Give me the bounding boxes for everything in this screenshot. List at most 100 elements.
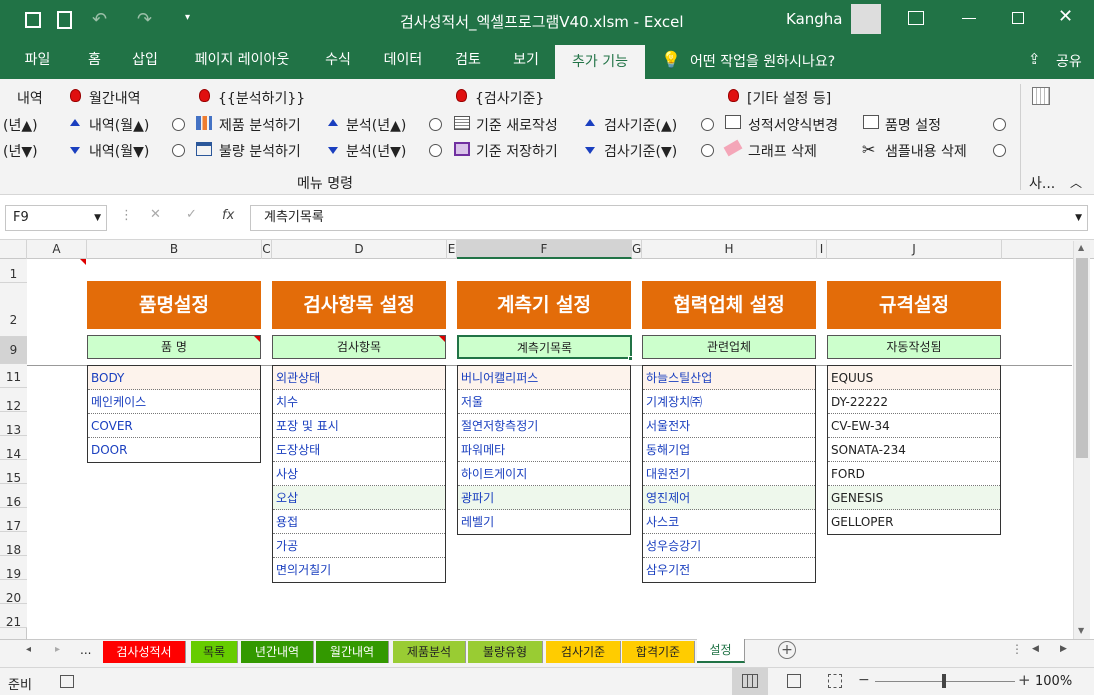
tab-home[interactable]: 홈 — [72, 42, 117, 79]
menu-defect-analysis[interactable]: 불량 분석하기 — [219, 141, 301, 161]
menu-delete-graph[interactable]: 그래프 삭제 — [748, 141, 817, 161]
row-header[interactable]: 17 — [0, 508, 27, 533]
radio-button[interactable] — [701, 144, 714, 157]
list-item[interactable]: 치수 — [273, 390, 445, 414]
list-item[interactable]: 포장 및 표시 — [273, 414, 445, 438]
column-header[interactable]: B — [87, 240, 262, 259]
row-header[interactable]: 2 — [0, 283, 27, 337]
subheader-items[interactable]: 품 명 — [87, 335, 261, 359]
add-sheet-icon[interactable]: + — [778, 641, 796, 659]
list-item[interactable]: COVER — [88, 414, 260, 438]
menu-other-label[interactable]: [기타 설정 등] — [747, 88, 831, 108]
sheet-more-icon[interactable]: ... — [80, 643, 91, 657]
column-header[interactable]: I — [817, 240, 827, 259]
subheader-inspection[interactable]: 검사항목 — [272, 335, 446, 359]
scroll-up-icon[interactable]: ▲ — [1078, 243, 1084, 252]
sheet-tab[interactable]: 불량유형 — [468, 641, 543, 663]
menu-analysis-label[interactable]: {{분석하기}} — [218, 88, 305, 108]
avatar[interactable] — [851, 4, 881, 34]
subheader-partners[interactable]: 관련업체 — [642, 335, 816, 359]
list-item[interactable]: 하늘스틸산업 — [643, 366, 815, 390]
row-header[interactable]: 9 — [0, 337, 27, 364]
row-header[interactable]: 14 — [0, 436, 27, 461]
menu-analysis-down[interactable]: 분석(년▼) — [346, 141, 406, 161]
subheader-gauges-selected[interactable]: 계측기목록 — [457, 335, 632, 359]
enter-icon[interactable]: ✓ — [186, 207, 197, 222]
select-all[interactable] — [0, 240, 27, 259]
menu-monthly-label[interactable]: 월간내역 — [89, 88, 141, 108]
user-name[interactable]: Kangha — [786, 10, 843, 28]
tab-addins[interactable]: 추가 기능 — [555, 45, 645, 79]
insert-function-icon[interactable]: fx — [222, 208, 234, 223]
row-header[interactable]: 13 — [0, 412, 27, 437]
ribbon-display-icon[interactable] — [908, 11, 924, 25]
column-header[interactable]: J — [827, 240, 1002, 259]
column-header[interactable]: C — [262, 240, 272, 259]
menu-standard-down[interactable]: 검사기준(▼) — [604, 141, 677, 161]
radio-button[interactable] — [172, 118, 185, 131]
name-box[interactable]: F9 ▼ — [5, 205, 107, 231]
minimize-icon[interactable] — [962, 18, 976, 19]
list-item[interactable]: 절연저항측정기 — [458, 414, 630, 438]
row-header[interactable]: 1 — [0, 259, 27, 283]
close-icon[interactable]: ✕ — [1058, 6, 1073, 27]
list-item[interactable]: 면의거칠기 — [273, 558, 445, 582]
tab-insert[interactable]: 삽입 — [120, 42, 170, 79]
list-item[interactable]: 영진제어 — [643, 486, 815, 510]
menu-yearly-up[interactable]: (년▲) — [3, 115, 38, 135]
customize-qat-icon[interactable]: ▾ — [185, 12, 190, 23]
row-header[interactable]: 15 — [0, 460, 27, 485]
collapse-ribbon-icon[interactable]: ︿ — [1070, 174, 1082, 191]
sheet-tab[interactable]: 합격기준 — [622, 641, 695, 663]
menu-standard-label[interactable]: {검사기준} — [475, 88, 544, 108]
list-item[interactable]: 버니어캘리퍼스 — [458, 366, 630, 390]
expand-icon[interactable]: ▼ — [1075, 206, 1082, 230]
tab-file[interactable]: 파일 — [10, 42, 65, 79]
page-break-view-icon[interactable] — [828, 674, 842, 688]
vertical-scrollbar[interactable]: ▲ ▼ — [1073, 241, 1090, 639]
undo-icon[interactable]: ↶ — [92, 9, 107, 30]
sheet-next-icon[interactable]: ▸ — [55, 644, 60, 655]
tab-review[interactable]: 검토 — [442, 42, 494, 79]
row-header[interactable]: 11 — [0, 364, 27, 388]
list-item[interactable]: 레벨기 — [458, 510, 630, 534]
sheet-tab[interactable]: 월간내역 — [316, 641, 389, 663]
list-item[interactable]: FORD — [828, 462, 1000, 486]
row-header[interactable]: 20 — [0, 580, 27, 605]
print-preview-icon[interactable] — [57, 11, 72, 29]
column-header[interactable]: A — [27, 240, 87, 259]
fill-handle[interactable] — [628, 356, 633, 361]
column-header[interactable]: H — [642, 240, 817, 259]
sheet-tab[interactable]: 목록 — [191, 641, 238, 663]
radio-button[interactable] — [993, 118, 1006, 131]
list-item[interactable]: 서울전자 — [643, 414, 815, 438]
column-header[interactable]: G — [632, 240, 642, 259]
list-item[interactable]: 대원전기 — [643, 462, 815, 486]
radio-button[interactable] — [172, 144, 185, 157]
list-item[interactable]: 사상 — [273, 462, 445, 486]
list-item[interactable]: 파워메타 — [458, 438, 630, 462]
list-item[interactable]: 사스코 — [643, 510, 815, 534]
redo-icon[interactable]: ↷ — [137, 9, 152, 30]
scroll-thumb[interactable] — [1076, 258, 1088, 458]
list-item[interactable]: 기계장치㈜ — [643, 390, 815, 414]
list-item[interactable]: GELLOPER — [828, 510, 1000, 534]
sheet-tab[interactable]: 제품분석 — [393, 641, 466, 663]
hscroll-left-icon[interactable]: ◀ — [1032, 644, 1039, 654]
radio-button[interactable] — [429, 118, 442, 131]
row-header[interactable]: 18 — [0, 532, 27, 557]
formula-input[interactable]: 계측기목록 ▼ — [250, 205, 1088, 231]
chevron-down-icon[interactable]: ▼ — [94, 206, 101, 230]
maximize-icon[interactable] — [1012, 12, 1024, 24]
list-item[interactable]: 용접 — [273, 510, 445, 534]
list-item[interactable]: 광파기 — [458, 486, 630, 510]
macro-record-icon[interactable] — [60, 675, 74, 688]
radio-button[interactable] — [429, 144, 442, 157]
tell-me-input[interactable]: 어떤 작업을 원하시나요? — [690, 51, 835, 71]
radio-button[interactable] — [701, 118, 714, 131]
row-header[interactable]: 21 — [0, 604, 27, 629]
menu-change-form[interactable]: 성적서양식변경 — [748, 115, 838, 135]
list-item[interactable]: 오삽 — [273, 486, 445, 510]
menu-monthly-up[interactable]: 내역(월▲) — [89, 115, 149, 135]
radio-button[interactable] — [993, 144, 1006, 157]
